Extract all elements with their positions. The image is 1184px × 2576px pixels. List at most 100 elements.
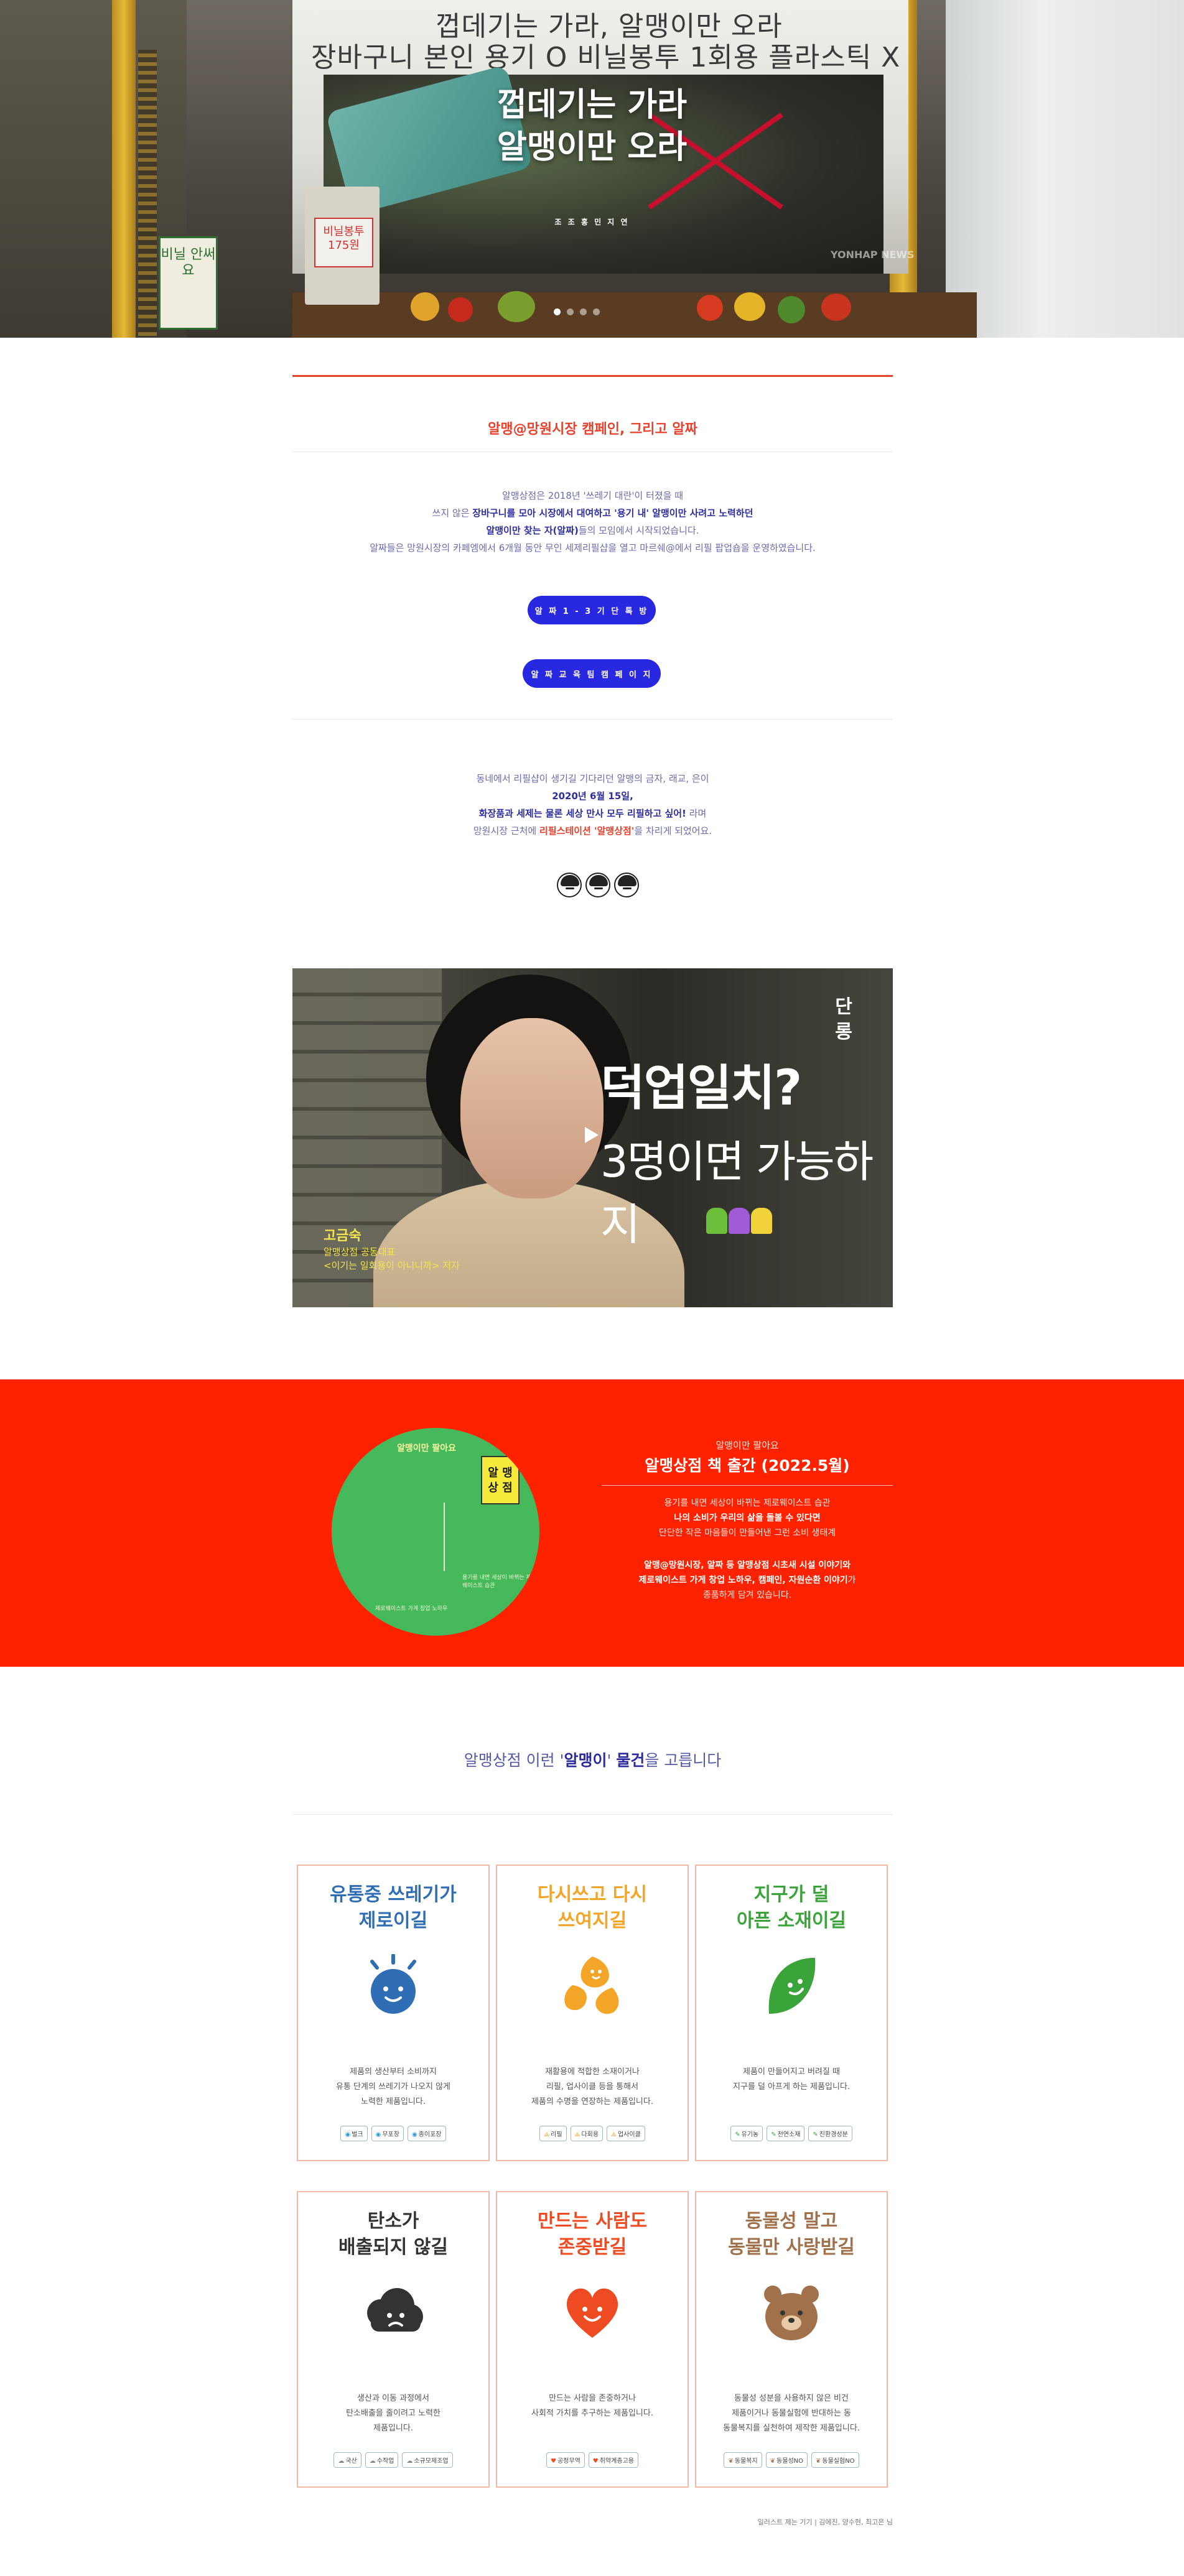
products-title-bold: 알맹이	[564, 1751, 607, 1769]
book-paragraph: 알맹@망원시장, 알짜 등 알맹상점 시초새 시설 이야기와 제로웨이스트 가게…	[602, 1558, 893, 1603]
tag-icon: ♥	[551, 2458, 556, 2465]
story-line: 동네에서 리필샵이 생기길 기다리던 알맹의 금자, 래교, 은이	[476, 773, 709, 784]
book-line-bold: 알맹@망원시장, 알짜 등 알맹상점 시초새 시설 이야기와	[644, 1560, 851, 1570]
criteria-desc-line: 탄소배출을 줄이려고 노력한	[346, 2409, 441, 2418]
avatar	[557, 873, 582, 897]
criteria-card-title: 탄소가 배출되지 않길	[298, 2208, 488, 2261]
carousel-dot[interactable]	[580, 308, 587, 315]
criteria-card-title: 유통중 쓰레기가 제로이길	[298, 1882, 488, 1934]
criteria-title-line: 존중받길	[557, 2236, 627, 2258]
hero-photo-right-wall	[946, 0, 1184, 338]
avatar	[585, 873, 610, 897]
criteria-tags: ♥ 공정무역 ♥ 취약계층고용	[497, 2452, 688, 2468]
section-divider	[292, 719, 893, 720]
criteria-tag-label: 소규모제조업	[414, 2458, 449, 2465]
tag-icon: ☁	[369, 2458, 376, 2465]
criteria-tag-label: 업사이클	[617, 2131, 641, 2138]
products-title-text: 알맹상점 이런 '	[464, 1751, 564, 1769]
founders-avatars	[557, 873, 639, 897]
criteria-tag: ✎ 친환경성분	[808, 2126, 852, 2141]
alja-campaign-button[interactable]: 알 짜 교 육 팀 캠 페 이 지	[523, 659, 661, 688]
book-cover: 알맹이만 팔아요 알 맹 상 점 용기를 내면 세상이 바뀌는 제로웨이스트 습…	[332, 1428, 539, 1636]
figure-icon	[706, 1208, 727, 1234]
heart-face-icon	[561, 2281, 623, 2343]
story-text: 라며	[686, 808, 707, 819]
criteria-title-line: 쓰여지길	[557, 1910, 627, 1932]
alja-chat-button[interactable]: 알 짜 1 - 3 기 단 톡 방	[528, 596, 656, 624]
criteria-tag: ⟁ 업사이클	[607, 2126, 645, 2141]
figure-icon	[751, 1208, 772, 1234]
intro-line: 알짜들은 망원시장의 카페엠에서 6개월 동안 무인 세제리필샵을 열고 마르쉐…	[370, 542, 816, 554]
tag-icon: ◉	[411, 2131, 417, 2138]
tag-icon: ◉	[345, 2131, 351, 2138]
hero-title-line: 껍데기는 가라	[496, 86, 688, 124]
book-cover-line	[444, 1503, 445, 1571]
criteria-desc-line: 제품의 수명을 연장하는 제품입니다.	[531, 2097, 653, 2106]
book-section	[0, 1379, 1184, 1667]
video-caption-line: 알맹상점 공동대표	[324, 1246, 396, 1258]
story-paragraph: 동네에서 리필샵이 생기길 기다리던 알맹의 금자, 래교, 은이 2020년 …	[292, 770, 893, 840]
play-icon[interactable]	[585, 1127, 599, 1143]
book-line: 종품하게 담겨 있습니다.	[702, 1590, 792, 1600]
book-line: 가	[847, 1575, 856, 1585]
carousel-dot[interactable]	[567, 308, 574, 315]
story-text-highlight: 리필스테이션 '알맹상점'	[539, 825, 635, 836]
criteria-title-line: 지구가 덜	[753, 1884, 829, 1906]
criteria-tag-label: 수작업	[376, 2458, 394, 2465]
book-paragraph: 용기를 내면 세상이 바뀌는 제로웨이스트 습관 나의 소비가 우리의 삶을 돌…	[602, 1496, 893, 1541]
story-line: 망원시장 근처에 리필스테이션 '알맹상점'을 차리게 되었어요.	[292, 822, 893, 840]
figure-icon	[729, 1208, 750, 1234]
intro-text: 쓰지 않은	[432, 507, 473, 519]
tag-icon: ✎	[771, 2131, 776, 2138]
section-title: 알맹@망원시장 캠페인, 그리고 알짜	[488, 422, 697, 437]
criteria-card: 유통중 쓰레기가 제로이길 제품의 생산부터 소비까지 유통 단계의 쓰레기가 …	[297, 1865, 490, 2161]
criteria-card-title: 만드는 사람도 존중받길	[497, 2208, 688, 2261]
video-figures-icon	[706, 1208, 772, 1234]
criteria-tag: ✎ 천연소재	[767, 2126, 805, 2141]
criteria-tag-label: 공정무역	[557, 2458, 580, 2465]
hero-produce	[498, 291, 535, 322]
story-line: 2020년 6월 15일,	[292, 787, 893, 805]
criteria-tag-label: 취약계층고용	[599, 2458, 634, 2465]
carousel-dot[interactable]	[554, 308, 561, 315]
criteria-tag-label: 벌크	[352, 2131, 363, 2138]
criteria-card-description: 생산과 이동 과정에서 탄소배출을 줄이려고 노력한 제품입니다.	[304, 2391, 482, 2436]
tag-icon: ❦	[728, 2458, 734, 2465]
interview-video[interactable]: 덕업일치? 3명이면 가능하지 단 롱 고금숙 알맹상점 공동대표 <이기는 일…	[292, 968, 893, 1307]
intro-line: 알맹이만 찾는 자(알짜)들의 모임에서 시작되었습니다.	[292, 522, 893, 539]
criteria-tags: ◉ 벌크 ◉ 무포장 ◉ 종이포장	[298, 2126, 488, 2141]
hero-produce	[821, 294, 851, 321]
criteria-tag-label: 다회용	[581, 2131, 599, 2138]
criteria-tag-label: 동물성NO	[776, 2458, 803, 2465]
products-title-bold: 물건	[616, 1751, 645, 1769]
hero-produce	[411, 292, 439, 321]
criteria-tag: ❦ 동물실험NO	[811, 2452, 859, 2468]
criteria-title-line: 동물만 사랑받길	[728, 2236, 855, 2258]
hero-photo-pole	[112, 0, 136, 338]
hero-produce	[778, 296, 805, 323]
criteria-tags: ⟁ 리필 ⟁ 다회용 ⟁ 업사이클	[497, 2126, 688, 2141]
criteria-title-line: 만드는 사람도	[537, 2210, 648, 2232]
book-divider	[602, 1485, 893, 1486]
criteria-tag: ☁ 소규모제조업	[402, 2452, 453, 2468]
criteria-tag: ✎ 유기농	[730, 2126, 763, 2141]
criteria-tag-label: 종이포장	[418, 2131, 442, 2138]
tag-icon: ♥	[592, 2458, 599, 2465]
intro-line: 알맹상점은 2018년 '쓰레기 대란'이 터졌을 때	[501, 490, 684, 501]
story-text-bold: 화장품과 세제는 물론 세상 만사 모두 리필하고 싶어!	[478, 808, 686, 819]
products-title: 알맹상점 이런 '알맹이' 물건을 고릅니다	[292, 1748, 893, 1771]
story-date: 2020년 6월 15일,	[552, 790, 633, 802]
sun-face-icon	[362, 1953, 424, 2016]
tag-icon: ❦	[770, 2458, 776, 2465]
criteria-card-title: 다시쓰고 다시 쓰여지길	[497, 1882, 688, 1934]
bear-face-icon	[760, 2281, 823, 2343]
hero-green-sign: 비닐 안써 요	[159, 236, 218, 330]
criteria-tag-label: 리필	[551, 2131, 562, 2138]
criteria-desc-line: 사회적 가치를 추구하는 제품입니다.	[531, 2409, 653, 2418]
carousel-dot[interactable]	[593, 308, 600, 315]
book-cover-title: 알맹이만 팔아요	[397, 1443, 457, 1453]
book-line: 용기를 내면 세상이 바뀌는 제로웨이스트 습관	[664, 1498, 831, 1508]
criteria-tag: ◉ 벌크	[340, 2126, 368, 2141]
criteria-card-title: 동물성 말고 동물만 사랑받길	[696, 2208, 887, 2261]
intro-paragraph: 알맹상점은 2018년 '쓰레기 대란'이 터졌을 때 쓰지 않은 장바구니를 …	[292, 487, 893, 557]
